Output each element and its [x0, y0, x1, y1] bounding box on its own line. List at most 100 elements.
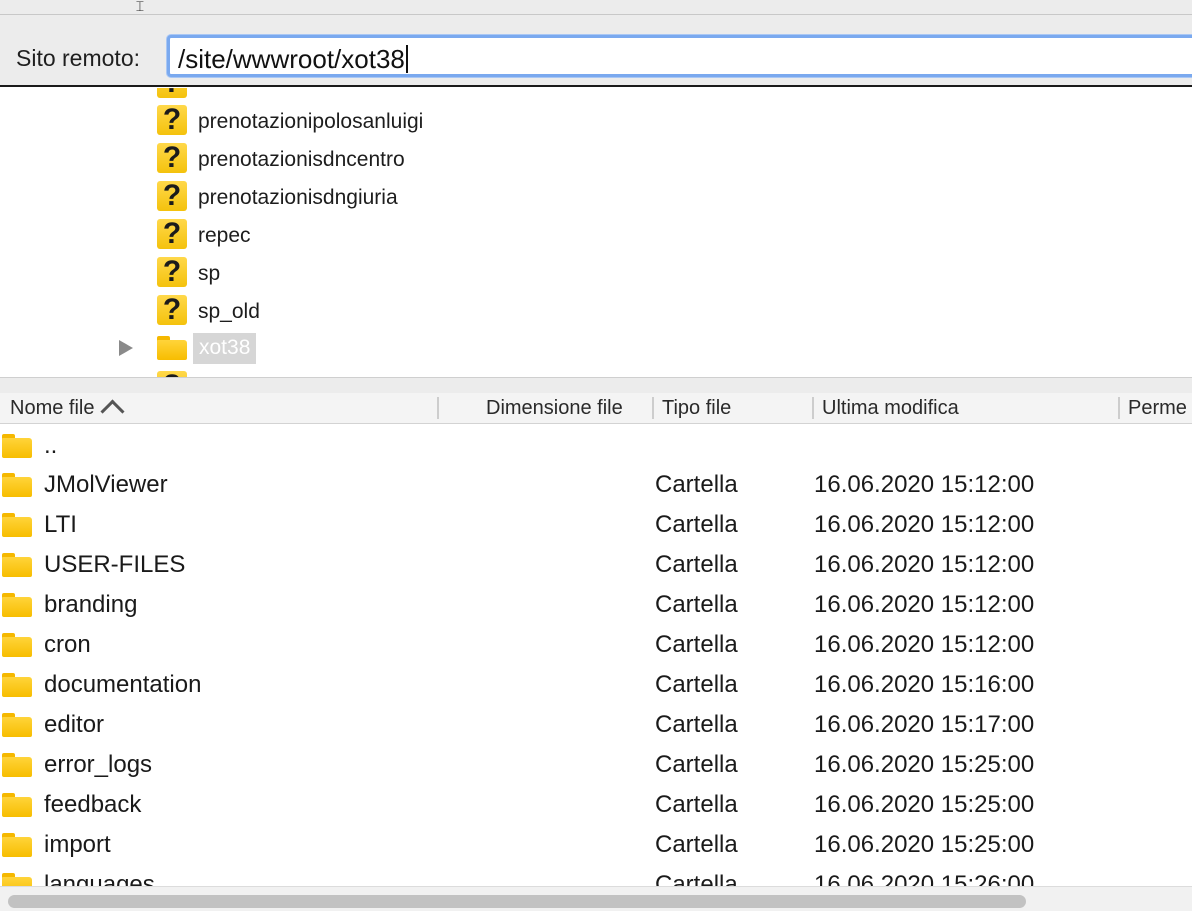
column-header-name[interactable]: Nome file	[10, 397, 126, 424]
file-row[interactable]: LTI Cartella 16.06.2020 15:12:00	[0, 505, 1192, 545]
file-type: Cartella	[655, 551, 738, 578]
column-header-type[interactable]: Tipo file	[662, 397, 731, 420]
unknown-question-icon: ?	[157, 143, 187, 173]
file-type: Cartella	[655, 751, 738, 778]
file-modified: 16.06.2020 15:16:00	[814, 671, 1035, 698]
remote-directory-tree[interactable]: ? ? prenotazionipolosanluigi ? prenotazi…	[0, 88, 1192, 377]
tree-item-selected[interactable]: xot38	[0, 329, 1192, 367]
folder-icon	[2, 553, 32, 577]
file-row[interactable]: import Cartella 16.06.2020 15:25:00	[0, 825, 1192, 865]
unknown-question-icon: ?	[157, 88, 187, 98]
file-name: branding	[44, 591, 138, 618]
folder-icon	[2, 593, 32, 617]
file-modified: 16.06.2020 15:25:00	[814, 831, 1035, 858]
column-divider[interactable]	[1118, 397, 1120, 419]
folder-icon	[2, 753, 32, 777]
folder-icon	[2, 473, 32, 497]
file-row[interactable]: languages Cartella 16.06.2020 15:26:00	[0, 865, 1192, 886]
file-modified: 16.06.2020 15:25:00	[814, 751, 1035, 778]
remote-site-input[interactable]: /site/wwwroot/xot38	[167, 35, 1192, 77]
file-type: Cartella	[655, 591, 738, 618]
pane-splitter[interactable]	[0, 377, 1192, 394]
unknown-question-icon: ?	[157, 181, 187, 211]
text-caret	[405, 45, 408, 73]
file-name: import	[44, 831, 111, 858]
file-modified: 16.06.2020 15:12:00	[814, 631, 1035, 658]
folder-icon	[2, 713, 32, 737]
file-modified: 16.06.2020 15:17:00	[814, 711, 1035, 738]
column-divider[interactable]	[652, 397, 654, 419]
tree-item-label: xot38	[193, 333, 257, 364]
tree-item[interactable]: ? sp	[0, 253, 1192, 291]
tree-row-partial: ?	[0, 88, 1192, 102]
file-row[interactable]: USER-FILES Cartella 16.06.2020 15:12:00	[0, 545, 1192, 585]
file-modified: 16.06.2020 15:12:00	[814, 591, 1035, 618]
file-type: Cartella	[655, 831, 738, 858]
column-header-permissions[interactable]: Perme	[1128, 397, 1187, 420]
file-name: error_logs	[44, 751, 153, 778]
remote-site-path: /site/wwwroot/xot38	[178, 44, 405, 74]
file-name: LTI	[44, 511, 77, 538]
column-divider[interactable]	[812, 397, 814, 419]
tree-item-label: prenotazionisdncentro	[198, 148, 405, 171]
file-type: Cartella	[655, 791, 738, 818]
column-divider[interactable]	[437, 397, 439, 419]
file-modified: 16.06.2020 15:12:00	[814, 511, 1035, 538]
tree-item-label: sp	[198, 262, 221, 285]
tree-item-label: sp_old	[198, 300, 260, 323]
file-row[interactable]: JMolViewer Cartella 16.06.2020 15:12:00	[0, 465, 1192, 505]
file-row[interactable]: error_logs Cartella 16.06.2020 15:25:00	[0, 745, 1192, 785]
unknown-question-icon: ?	[157, 295, 187, 325]
file-type: Cartella	[655, 471, 738, 498]
text-cursor-icon: ⌶	[135, 0, 145, 14]
window-top-strip: ⌶	[0, 0, 1192, 15]
tree-item[interactable]: ? sp_old	[0, 291, 1192, 329]
file-type: Cartella	[655, 711, 738, 738]
file-modified: 16.06.2020 15:26:00	[814, 871, 1035, 886]
unknown-question-icon: ?	[157, 219, 187, 249]
file-list-header: Nome file Dimensione file Tipo file Ulti…	[0, 393, 1192, 424]
file-row-parent[interactable]: ..	[0, 426, 1192, 466]
file-row[interactable]: feedback Cartella 16.06.2020 15:25:00	[0, 785, 1192, 825]
unknown-question-icon: ?	[157, 105, 187, 135]
file-modified: 16.06.2020 15:12:00	[814, 471, 1035, 498]
folder-icon	[2, 833, 32, 857]
file-row[interactable]: editor Cartella 16.06.2020 15:17:00	[0, 705, 1192, 745]
column-header-modified[interactable]: Ultima modifica	[822, 397, 959, 420]
folder-icon	[2, 873, 32, 886]
remote-site-label: Sito remoto:	[16, 45, 140, 71]
scrollbar-thumb[interactable]	[8, 895, 1026, 908]
file-type: Cartella	[655, 631, 738, 658]
tree-item[interactable]: ? prenotazionisdngiuria	[0, 177, 1192, 215]
tree-row-partial: ?	[0, 367, 1192, 377]
file-name: documentation	[44, 671, 202, 698]
disclosure-triangle-icon[interactable]	[119, 340, 133, 356]
file-type: Cartella	[655, 871, 738, 886]
remote-file-list[interactable]: .. JMolViewer Cartella 16.06.2020 15:12:…	[0, 424, 1192, 886]
horizontal-scrollbar[interactable]	[0, 886, 1192, 911]
folder-icon	[2, 633, 32, 657]
folder-icon	[2, 434, 32, 458]
tree-item-label: repec	[198, 224, 251, 247]
file-name: cron	[44, 631, 91, 658]
column-header-size[interactable]: Dimensione file	[486, 397, 623, 420]
tree-item-label: prenotazionipolosanluigi	[198, 110, 424, 133]
unknown-question-icon: ?	[157, 257, 187, 287]
folder-icon	[2, 793, 32, 817]
tree-item-label: prenotazionisdngiuria	[198, 186, 398, 209]
tree-item[interactable]: ? prenotazionipolosanluigi	[0, 101, 1192, 139]
file-row[interactable]: cron Cartella 16.06.2020 15:12:00	[0, 625, 1192, 665]
tree-item[interactable]: ? repec	[0, 215, 1192, 253]
file-modified: 16.06.2020 15:25:00	[814, 791, 1035, 818]
file-name: JMolViewer	[44, 471, 168, 498]
file-name: feedback	[44, 791, 142, 818]
folder-icon	[157, 336, 187, 360]
file-type: Cartella	[655, 511, 738, 538]
file-row[interactable]: documentation Cartella 16.06.2020 15:16:…	[0, 665, 1192, 705]
file-name: USER-FILES	[44, 551, 186, 578]
file-row[interactable]: branding Cartella 16.06.2020 15:12:00	[0, 585, 1192, 625]
file-name: editor	[44, 711, 105, 738]
remote-site-bar: Sito remoto: /site/wwwroot/xot38	[0, 15, 1192, 87]
file-name: ..	[44, 432, 58, 459]
tree-item[interactable]: ? prenotazionisdncentro	[0, 139, 1192, 177]
